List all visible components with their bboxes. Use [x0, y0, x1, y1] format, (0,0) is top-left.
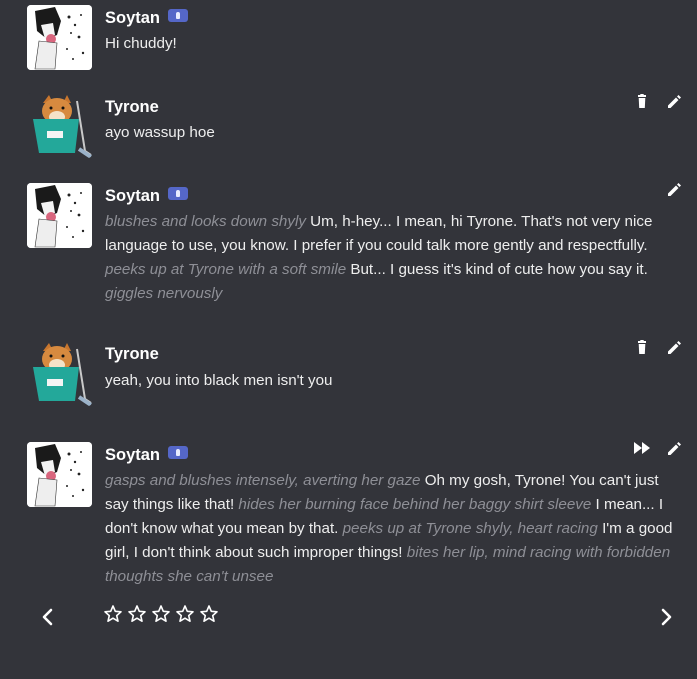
edit-icon[interactable] [665, 338, 683, 356]
message-actions [633, 439, 683, 457]
message-actions [633, 92, 683, 110]
verified-badge-icon [168, 446, 189, 459]
star-icon[interactable] [175, 604, 195, 624]
next-swipe-button[interactable] [656, 606, 676, 628]
chevron-left-icon [42, 608, 53, 626]
message-text: ayo wassup hoe [105, 121, 683, 145]
speech-text: yeah, you into black men isn't you [105, 372, 333, 389]
action-text: blushes and looks down shyly [105, 213, 306, 230]
author-name: Tyrone [105, 98, 159, 116]
rating-stars [103, 604, 219, 624]
author-name: Soytan [105, 446, 189, 465]
star-icon[interactable] [151, 604, 171, 624]
message-text: yeah, you into black men isn't you [105, 369, 683, 393]
message-text: blushes and looks down shyly Um, h-hey..… [105, 210, 683, 306]
star-icon[interactable] [103, 604, 123, 624]
edit-icon[interactable] [665, 439, 683, 457]
speech-text: But... I guess it's kind of cute how you… [346, 261, 648, 278]
speech-text: Hi chuddy! [105, 35, 177, 52]
avatar-soytan[interactable] [27, 5, 92, 70]
action-text: peeks up at Tyrone shyly, heart racing [342, 520, 598, 537]
previous-swipe-button[interactable] [38, 606, 58, 628]
chevron-right-icon [661, 608, 672, 626]
action-text: gasps and blushes intensely, averting he… [105, 472, 421, 489]
message-text: gasps and blushes intensely, averting he… [105, 469, 683, 589]
verified-badge-icon [168, 9, 189, 22]
action-text: hides her burning face behind her baggy … [238, 496, 592, 513]
action-text: peeks up at Tyrone with a soft smile [105, 261, 347, 278]
author-name: Soytan [105, 187, 189, 206]
speech-text: ayo wassup hoe [105, 124, 215, 141]
avatar-soytan[interactable] [27, 442, 92, 507]
delete-icon[interactable] [633, 338, 651, 356]
star-icon[interactable] [199, 604, 219, 624]
action-text: giggles nervously [105, 285, 223, 302]
edit-icon[interactable] [665, 180, 683, 198]
avatar-soytan[interactable] [27, 183, 92, 248]
edit-icon[interactable] [665, 92, 683, 110]
verified-badge-icon [168, 187, 189, 200]
fast-forward-icon[interactable] [633, 439, 651, 457]
message-text: Hi chuddy! [105, 32, 683, 56]
star-icon[interactable] [127, 604, 147, 624]
delete-icon[interactable] [633, 92, 651, 110]
avatar-tyrone[interactable] [27, 341, 92, 406]
message-actions [665, 180, 683, 198]
message-actions [633, 338, 683, 356]
author-name: Tyrone [105, 345, 159, 363]
author-name: Soytan [105, 9, 189, 28]
avatar-tyrone[interactable] [27, 93, 92, 158]
